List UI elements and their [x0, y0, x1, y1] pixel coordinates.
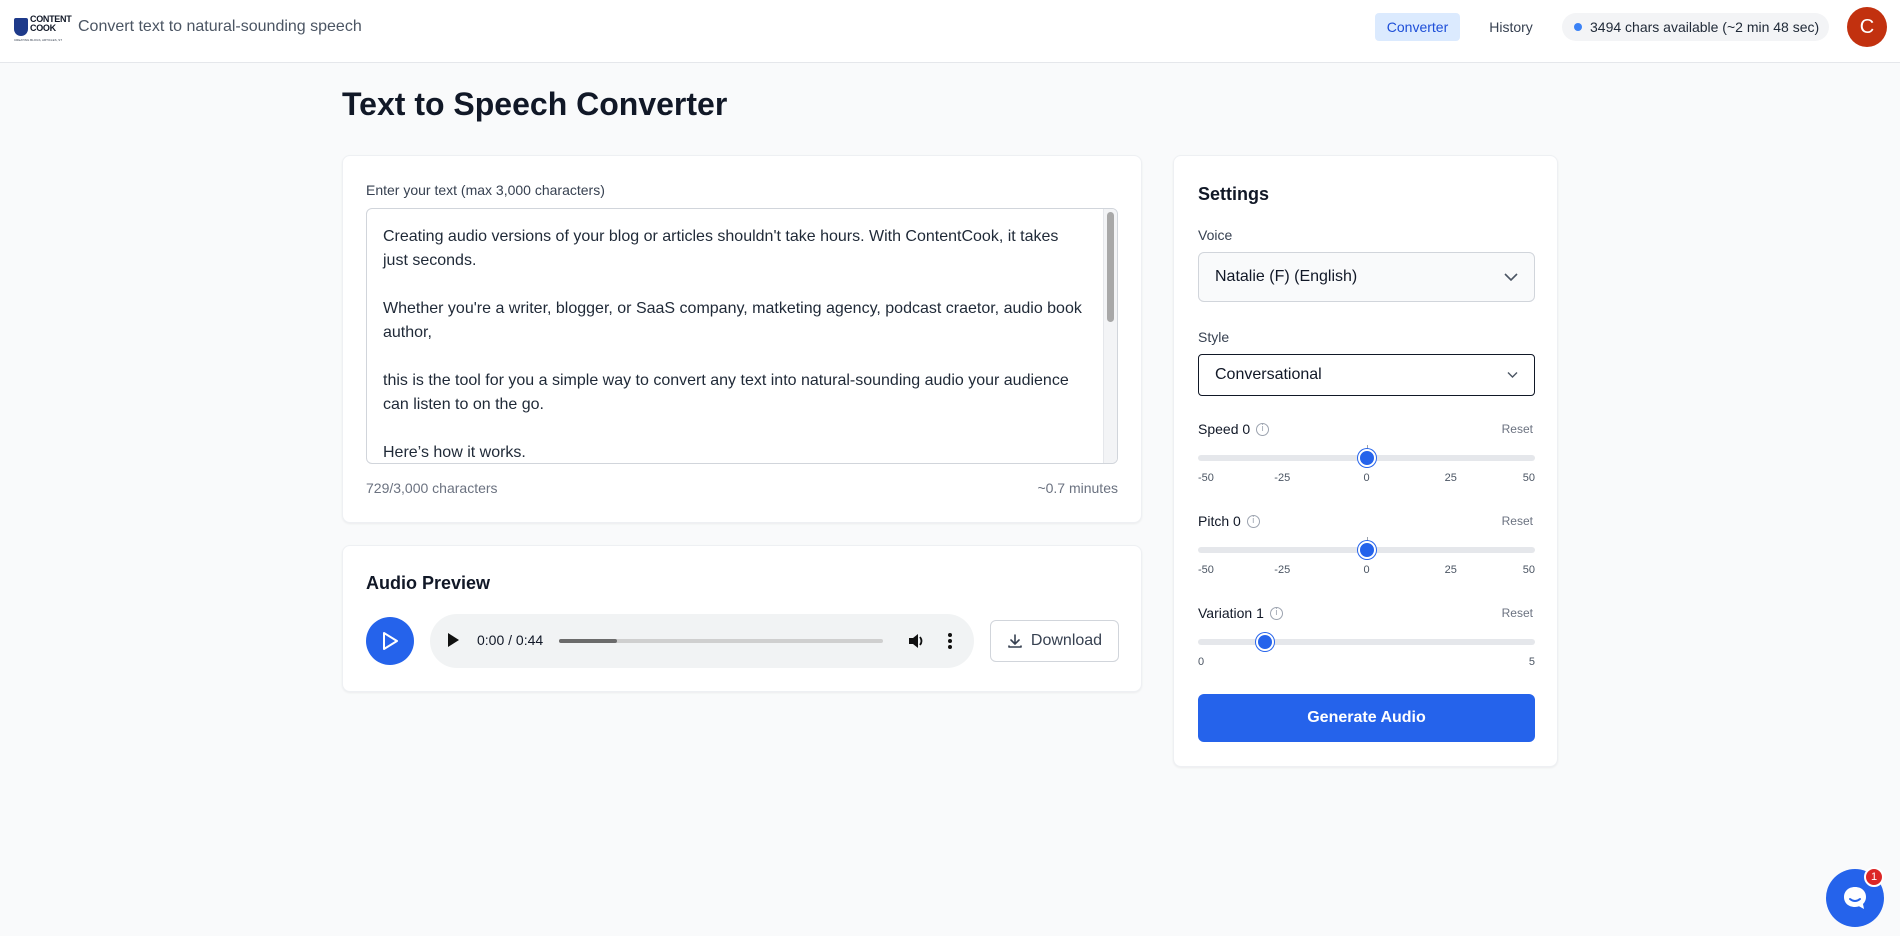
text-input-content[interactable]: Creating audio versions of your blog or …	[383, 225, 1083, 463]
voice-label: Voice	[1198, 227, 1233, 243]
user-avatar[interactable]: C	[1847, 7, 1887, 47]
variation-ticks: 05	[1198, 656, 1535, 670]
slider-tick-label: 0	[1363, 564, 1370, 576]
page-title: Text to Speech Converter	[342, 86, 728, 122]
audio-preview-card: Audio Preview 0:00 / 0:44 Download	[342, 545, 1142, 692]
text-scrollbar[interactable]	[1103, 209, 1117, 463]
text-input-label: Enter your text (max 3,000 characters)	[366, 182, 605, 198]
top-header: CONTENT COOK CREATING BLOGS, ARTICLES, S…	[0, 0, 1900, 63]
logo-tagline: CREATING BLOGS, ARTICLES, STORIES	[14, 38, 62, 42]
chat-icon	[1844, 887, 1866, 909]
slider-tick-label: -50	[1198, 472, 1214, 484]
audio-preview-title: Audio Preview	[366, 573, 491, 593]
voice-value: Natalie (F) (English)	[1215, 268, 1358, 285]
speed-slider[interactable]	[1198, 445, 1535, 467]
slider-tick-label: 0	[1198, 656, 1205, 668]
volume-icon[interactable]	[906, 631, 926, 651]
slider-tick-label: 5	[1528, 656, 1535, 668]
variation-slider-thumb[interactable]	[1256, 633, 1275, 651]
player-play-icon[interactable]	[448, 633, 459, 647]
player-progress-bar[interactable]	[559, 639, 883, 643]
pitch-slider[interactable]	[1198, 537, 1535, 559]
pitch-slider-thumb[interactable]	[1357, 541, 1376, 559]
pitch-ticks: -50 -25 0 25 50	[1198, 564, 1535, 578]
style-label: Style	[1198, 329, 1230, 345]
slider-tick-label: 50	[1522, 564, 1535, 576]
logo-mark-icon	[14, 18, 28, 36]
variation-label: Variation 1 i	[1198, 605, 1283, 621]
chevron-down-icon	[1504, 273, 1518, 281]
text-scrollbar-thumb[interactable]	[1107, 212, 1114, 322]
more-options-icon[interactable]	[940, 631, 960, 651]
download-label: Download	[1030, 632, 1103, 649]
download-button[interactable]: Download	[990, 620, 1119, 662]
text-input-area[interactable]: Creating audio versions of your blog or …	[366, 208, 1118, 464]
slider-tick-label: 25	[1444, 564, 1457, 576]
player-time: 0:00 / 0:44	[477, 632, 544, 648]
settings-card: Settings Voice Natalie (F) (English) Sty…	[1173, 155, 1558, 767]
chars-available-text: 3494 chars available (~2 min 48 sec)	[1590, 19, 1820, 35]
info-icon[interactable]: i	[1269, 606, 1283, 620]
voice-select[interactable]: Natalie (F) (English)	[1198, 252, 1535, 302]
character-count: 729/3,000 characters	[366, 480, 498, 496]
chevron-down-icon	[1507, 372, 1518, 378]
player-progress-buffered	[559, 639, 618, 643]
slider-tick-label: 0	[1363, 472, 1370, 484]
header-subtitle: Convert text to natural-sounding speech	[78, 18, 362, 35]
status-dot-icon	[1574, 23, 1582, 31]
slider-tick-label: 50	[1522, 472, 1535, 484]
style-select[interactable]: Conversational	[1198, 354, 1535, 396]
audio-player[interactable]: 0:00 / 0:44	[430, 614, 974, 668]
logo-text: CONTENT COOK	[30, 14, 72, 33]
info-icon[interactable]: i	[1246, 514, 1260, 528]
style-value: Conversational	[1215, 366, 1322, 383]
slider-tick-label: 25	[1444, 472, 1457, 484]
variation-reset-button[interactable]: Reset	[1502, 606, 1533, 620]
pitch-label: Pitch 0 i	[1198, 513, 1260, 529]
speed-reset-button[interactable]: Reset	[1502, 422, 1533, 436]
chars-available-badge: 3494 chars available (~2 min 48 sec)	[1562, 13, 1829, 41]
speed-ticks: -50 -25 0 25 50	[1198, 472, 1535, 486]
speed-slider-thumb[interactable]	[1357, 449, 1376, 467]
contentcook-logo[interactable]: CONTENT COOK CREATING BLOGS, ARTICLES, S…	[14, 12, 72, 44]
info-icon[interactable]: i	[1256, 422, 1270, 436]
slider-tick-label: -25	[1274, 564, 1291, 576]
chat-notification-badge: 1	[1864, 867, 1884, 887]
play-icon	[383, 632, 398, 650]
estimated-minutes: ~0.7 minutes	[1037, 480, 1118, 496]
slider-tick-label: -25	[1274, 472, 1291, 484]
variation-slider[interactable]	[1198, 633, 1535, 651]
speed-label: Speed 0 i	[1198, 421, 1270, 437]
nav-history[interactable]: History	[1478, 13, 1544, 41]
download-icon	[1008, 634, 1022, 648]
play-button[interactable]	[366, 617, 414, 665]
nav-converter[interactable]: Converter	[1375, 13, 1460, 41]
pitch-reset-button[interactable]: Reset	[1502, 514, 1533, 528]
text-input-card: Enter your text (max 3,000 characters) C…	[342, 155, 1142, 523]
generate-audio-button[interactable]: Generate Audio	[1198, 694, 1535, 742]
slider-tick-label: -50	[1198, 564, 1214, 576]
settings-title: Settings	[1198, 184, 1270, 204]
